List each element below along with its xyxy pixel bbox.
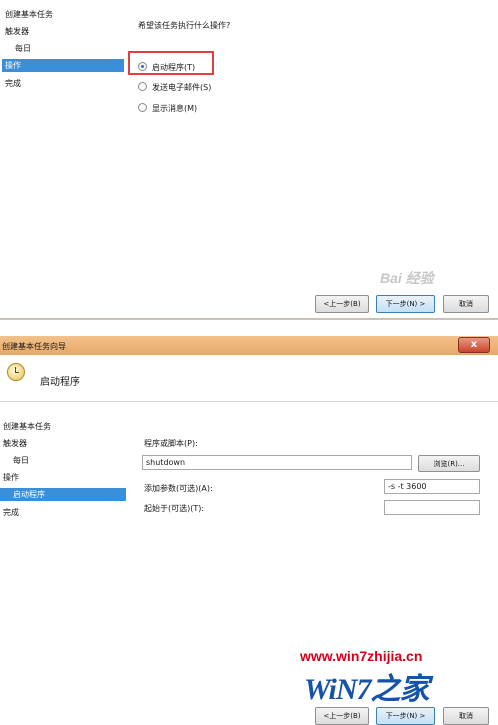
cancel-button[interactable]: 取消 xyxy=(443,295,489,313)
task-scheduler-icon xyxy=(7,363,25,381)
sidebar-item-action[interactable]: 操作 xyxy=(0,471,122,484)
sidebar-item-create-basic-task[interactable]: 创建基本任务 xyxy=(0,420,122,433)
program-input[interactable]: shutdown xyxy=(142,455,412,470)
sidebar-item-finish[interactable]: 完成 xyxy=(2,77,124,90)
sidebar-item-trigger[interactable]: 触发器 xyxy=(0,437,122,450)
radio-start-program-label: 启动程序(T) xyxy=(152,63,196,72)
radio-send-email[interactable]: 发送电子邮件(S) xyxy=(138,82,211,94)
baidu-watermark: Bai 经验 xyxy=(380,270,434,286)
sidebar-item-create-basic-task[interactable]: 创建基本任务 xyxy=(2,8,124,21)
radio-start-program[interactable]: 启动程序(T) xyxy=(138,62,195,74)
radio-unchecked-icon xyxy=(138,82,147,91)
start-in-label: 起始于(可选)(T): xyxy=(144,504,205,513)
cancel-button[interactable]: 取消 xyxy=(443,707,489,725)
window-titlebar[interactable]: 创建基本任务向导 x xyxy=(0,336,498,355)
back-button[interactable]: <上一步(B) xyxy=(315,707,369,725)
radio-show-message-label: 显示消息(M) xyxy=(152,104,198,113)
sidebar-item-start-program[interactable]: 启动程序 xyxy=(0,488,126,501)
radio-show-message[interactable]: 显示消息(M) xyxy=(138,103,197,115)
action-question: 希望该任务执行什么操作? xyxy=(138,21,231,30)
args-input[interactable]: -s -t 3600 xyxy=(384,479,480,494)
radio-unchecked-icon xyxy=(138,103,147,112)
start-in-input[interactable] xyxy=(384,500,480,515)
program-label: 程序或脚本(P): xyxy=(144,439,198,448)
win7-logo: WiN7之家 xyxy=(304,673,430,706)
sidebar-item-daily[interactable]: 每日 xyxy=(2,42,124,55)
back-button[interactable]: <上一步(B) xyxy=(315,295,369,313)
close-icon[interactable]: x xyxy=(458,337,490,353)
radio-checked-icon xyxy=(138,62,147,71)
sidebar-item-finish[interactable]: 完成 xyxy=(0,506,122,519)
next-button[interactable]: 下一步(N) > xyxy=(376,707,435,725)
radio-send-email-label: 发送电子邮件(S) xyxy=(152,83,212,92)
sidebar-item-action[interactable]: 操作 xyxy=(2,59,124,72)
site-watermark-url: www.win7zhijia.cn xyxy=(300,648,423,664)
next-button[interactable]: 下一步(N) > xyxy=(376,295,435,313)
sidebar-item-trigger[interactable]: 触发器 xyxy=(2,25,124,38)
sidebar-item-daily[interactable]: 每日 xyxy=(0,454,122,467)
header-title: 启动程序 xyxy=(40,377,80,388)
args-label: 添加参数(可选)(A): xyxy=(144,484,213,493)
browse-button[interactable]: 浏览(R)... xyxy=(418,455,480,472)
wizard-header: 启动程序 xyxy=(0,355,498,402)
window-title: 创建基本任务向导 xyxy=(2,342,66,351)
top-wizard-panel: 创建基本任务 触发器 每日 操作 完成 希望该任务执行什么操作? 启动程序(T)… xyxy=(0,0,498,320)
